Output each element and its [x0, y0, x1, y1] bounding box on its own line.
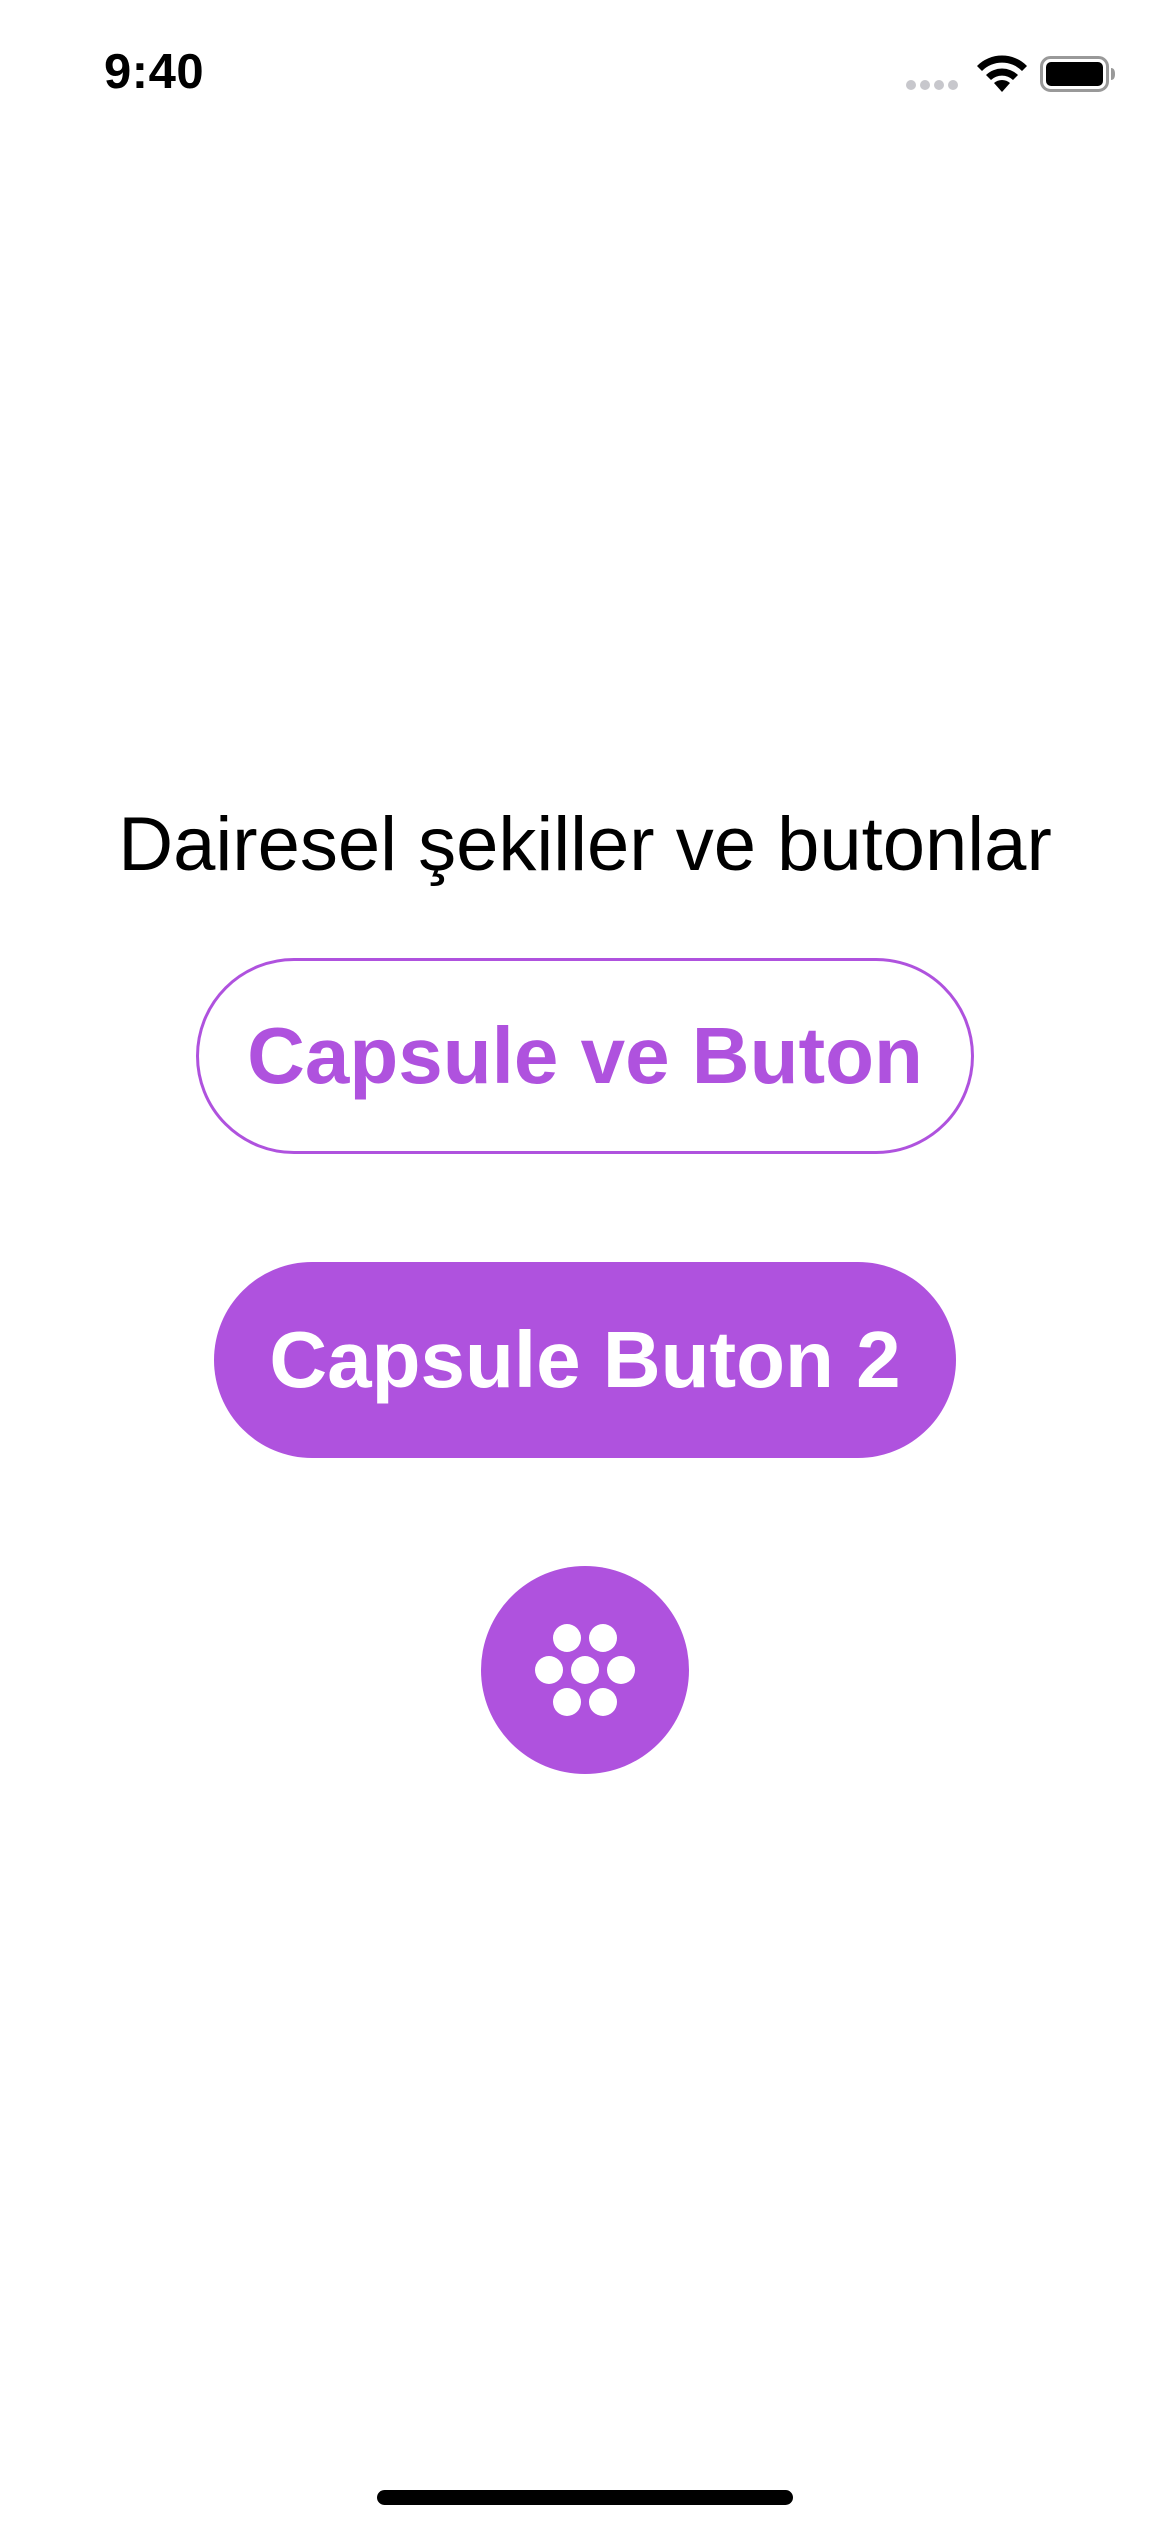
capsule-filled-button[interactable]: Capsule Buton 2	[214, 1262, 956, 1458]
capsule-outline-button[interactable]: Capsule ve Buton	[196, 958, 974, 1154]
capsule-filled-button-label: Capsule Buton 2	[269, 1315, 901, 1404]
status-time: 9:40	[104, 45, 205, 99]
wifi-icon	[977, 55, 1027, 92]
capsule-outline-button-label: Capsule ve Buton	[247, 1011, 923, 1100]
page-title: Dairesel şekiller ve butonlar	[118, 802, 1052, 887]
home-indicator[interactable]	[377, 2490, 793, 2505]
circle-grid-hex-icon	[535, 1624, 635, 1716]
circle-grid-button[interactable]	[481, 1566, 689, 1774]
status-bar: 9:40	[0, 0, 1170, 150]
battery-icon	[1040, 56, 1115, 92]
cellular-signal-icon	[906, 80, 958, 90]
